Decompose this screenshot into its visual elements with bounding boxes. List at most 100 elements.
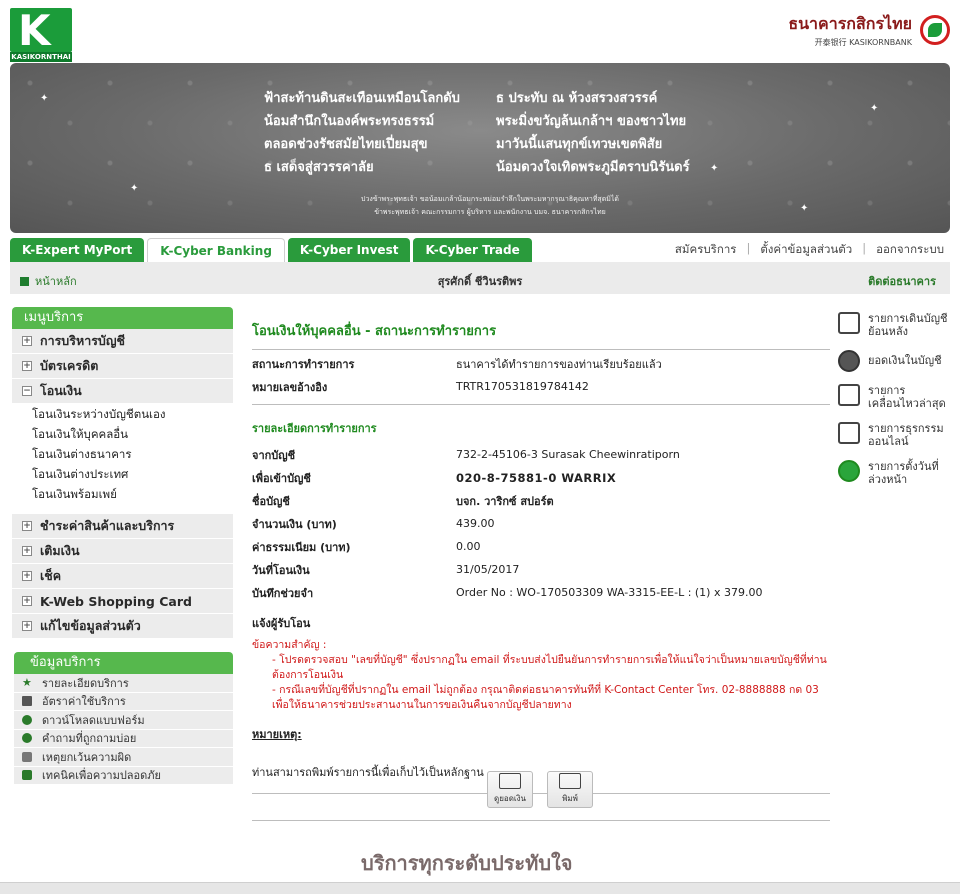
product-tabs: K-Expert MyPort K-Cyber Banking K-Cyber …: [10, 238, 532, 262]
poem-line: น้อมดวงใจเทิดพระภูมีตราบนิรันดร์: [496, 160, 690, 175]
expand-icon: +: [22, 361, 32, 371]
calculator-icon: [22, 696, 32, 707]
quick-link-label: ยอดเงินในบัญชี: [868, 354, 942, 367]
quick-link-label: รายการธุรกรรมออนไลน์: [868, 422, 944, 448]
print-button[interactable]: พิมพ์: [547, 771, 593, 808]
poem-line: ธ เสด็จสู่สวรรคาลัย: [264, 160, 374, 175]
quick-link-online[interactable]: รายการธุรกรรมออนไลน์: [838, 422, 950, 448]
printer-icon: [559, 773, 581, 789]
divider: [252, 349, 830, 350]
question-icon: [22, 733, 32, 744]
quick-links: รายการเดินบัญชีย้อนหลัง ยอดเงินในบัญชี ร…: [838, 312, 950, 498]
submenu-international[interactable]: โอนเงินต่างประเทศ: [32, 464, 233, 484]
star-icon: ★: [22, 675, 32, 689]
clock-icon: [838, 460, 860, 482]
from-account-row: จากบัญชี 732-2-45106-3 Surasak Cheewinra…: [252, 443, 830, 466]
submenu-own-account[interactable]: โอนเงินระหว่างบัญชีตนเอง: [32, 404, 233, 424]
expand-icon: +: [22, 571, 32, 581]
submenu-other-person[interactable]: โอนเงินให้บุคคลอื่น: [32, 424, 233, 444]
quick-link-label: รายการตั้งวันที่ล่วงหน้า: [868, 460, 939, 486]
to-account-label: เพื่อเข้าบัญชี: [252, 471, 311, 485]
submenu-other-bank[interactable]: โอนเงินต่างธนาคาร: [32, 444, 233, 464]
kasikornbank-logo[interactable]: ธนาคารกสิกรไทย 开泰银行 KASIKORNBANK: [788, 10, 950, 50]
lock-icon: [22, 770, 32, 781]
info-item-details[interactable]: ★ รายละเอียดบริการ: [14, 674, 233, 693]
page-bottom-bar: [0, 882, 960, 894]
amount-row: จำนวนเงิน (บาท) 439.00: [252, 512, 830, 535]
transfer-result: โอนเงินให้บุคคลอื่น - สถานะการทำรายการ ส…: [252, 311, 830, 794]
reference-value: TRTR170531819784142: [456, 380, 589, 393]
dedication-line: ข้าพระพุทธเจ้า คณะกรรมการ ผู้บริหาร และพ…: [374, 208, 606, 216]
tab-k-cyber-banking[interactable]: K-Cyber Banking: [147, 238, 285, 262]
quick-link-statement[interactable]: รายการเดินบัญชีย้อนหลัง: [838, 312, 950, 338]
info-item-label: เทคนิคเพื่อความปลอดภัย: [42, 769, 161, 783]
info-item-security[interactable]: เทคนิคเพื่อความปลอดภัย: [14, 766, 233, 785]
menu-item-credit-card[interactable]: + บัตรเครดิต: [12, 354, 233, 379]
divider: [252, 820, 830, 821]
info-item-faq[interactable]: คำถามที่ถูกถามบ่อย: [14, 729, 233, 748]
quick-link-recent[interactable]: รายการเคลื่อนไหวล่าสุด: [838, 384, 950, 410]
account-name-label: ชื่อบัญชี: [252, 494, 290, 508]
logout-link[interactable]: ออกจากระบบ: [876, 241, 944, 259]
transfer-date-row: วันที่โอนเงิน 31/05/2017: [252, 558, 830, 581]
menu-item-label: ชำระค่าสินค้าและบริการ: [40, 518, 175, 533]
account-name-value: บจก. วาริกซ์ สปอร์ต: [456, 494, 554, 508]
check-balance-label: ดูยอดเงิน: [494, 794, 526, 803]
poem-line: ฟ้าสะท้านดินสะเทือนเหมือนโลกดับ: [264, 91, 460, 106]
info-item-forms[interactable]: ดาวน์โหลดแบบฟอร์ม: [14, 711, 233, 730]
details-title: รายละเอียดการทำรายการ: [252, 422, 377, 435]
transfer-date-label: วันที่โอนเงิน: [252, 563, 310, 577]
tab-k-cyber-trade[interactable]: K-Cyber Trade: [413, 238, 532, 262]
poem-line: พระมิ่งขวัญล้นเกล้าฯ ของชาวไทย: [496, 114, 687, 129]
info-item-label: คำถามที่ถูกถามบ่อย: [42, 732, 137, 746]
menu-item-account-management[interactable]: + การบริหารบัญชี: [12, 329, 233, 354]
info-item-fees[interactable]: อัตราค่าใช้บริการ: [14, 692, 233, 711]
register-link[interactable]: สมัครบริการ: [675, 241, 737, 259]
submenu-promptpay[interactable]: โอนเงินพร้อมเพย์: [32, 484, 233, 504]
account-links: สมัครบริการ | ตั้งค่าข้อมูลส่วนตัว | ออก…: [675, 241, 944, 259]
statement-icon: [838, 312, 860, 334]
amount-value: 439.00: [456, 517, 495, 530]
poem-line: มาวันนี้แสนทุกข์เทวษเขตพิสัย: [496, 137, 663, 152]
handshake-icon: [22, 751, 32, 762]
memorial-banner: ✦ ✦ ✦ ✦ ✦ ฟ้าสะท้านดินสะเทือนเหมือนโลกดั…: [10, 63, 950, 233]
menu-item-label: การบริหารบัญชี: [40, 333, 125, 348]
important-item: - โปรดตรวจสอบ "เลขที่บัญชี" ซึ่งปรากฏใน …: [272, 654, 827, 681]
kasikornthai-logo[interactable]: K KASIKORNTHAI: [10, 6, 74, 64]
user-name: สุรศักดิ์ ชีวินรติพร: [437, 275, 523, 288]
memo-row: บันทึกช่วยจำ Order No : WO-170503309 WA-…: [252, 581, 830, 604]
expand-icon: +: [22, 596, 32, 606]
quick-link-balance[interactable]: ยอดเงินในบัญชี: [838, 350, 950, 372]
menu-item-edit-profile[interactable]: + แก้ไขข้อมูลส่วนตัว: [12, 614, 233, 639]
from-account-label: จากบัญชี: [252, 448, 296, 462]
divider: |: [746, 241, 751, 255]
banner-dedication: ปวงข้าพระพุทธเจ้า ขอน้อมเกล้าน้อมกระหม่อ…: [310, 193, 670, 219]
tab-k-cyber-invest[interactable]: K-Cyber Invest: [287, 238, 411, 262]
magnifier-icon: [499, 773, 521, 789]
info-item-label: อัตราค่าใช้บริการ: [42, 695, 126, 709]
contact-bank-link[interactable]: ติดต่อธนาคาร: [868, 272, 936, 290]
page-title: โอนเงินให้บุคคลอื่น - สถานะการทำรายการ: [252, 324, 497, 339]
menu-item-cheque[interactable]: + เช็ค: [12, 564, 233, 589]
settings-link[interactable]: ตั้งค่าข้อมูลส่วนตัว: [760, 241, 852, 259]
quick-link-scheduled[interactable]: รายการตั้งวันที่ล่วงหน้า: [838, 460, 950, 486]
footer-slogan: บริการทุกระดับประทับใจ: [361, 851, 573, 875]
check-balance-button[interactable]: ดูยอดเงิน: [487, 771, 533, 808]
menu-title: เมนูบริการ: [12, 307, 233, 329]
info-item-label: รายละเอียดบริการ: [42, 676, 129, 690]
menu-item-k-web-shopping-card[interactable]: + K-Web Shopping Card: [12, 589, 233, 614]
expand-icon: +: [22, 621, 32, 631]
quick-link-label: รายการเคลื่อนไหวล่าสุด: [868, 384, 946, 410]
info-title: ข้อมูลบริการ: [14, 652, 233, 674]
to-account-row: เพื่อเข้าบัญชี 020-8-75881-0 WARRIX: [252, 466, 830, 489]
fee-row: ค่าธรรมเนียม (บาท) 0.00: [252, 535, 830, 558]
online-icon: [838, 422, 860, 444]
menu-item-bill-payment[interactable]: + ชำระค่าสินค้าและบริการ: [12, 514, 233, 539]
recent-icon: [838, 384, 860, 406]
bank-name-english: 开泰银行 KASIKORNBANK: [814, 38, 912, 47]
tab-k-expert-myport[interactable]: K-Expert MyPort: [10, 238, 145, 262]
menu-item-top-up[interactable]: + เติมเงิน: [12, 539, 233, 564]
info-item-disclaimer[interactable]: เหตุยกเว้นความผิด: [14, 748, 233, 767]
menu-item-transfer[interactable]: − โอนเงิน: [12, 379, 233, 404]
note-heading: หมายเหตุ:: [252, 728, 302, 741]
